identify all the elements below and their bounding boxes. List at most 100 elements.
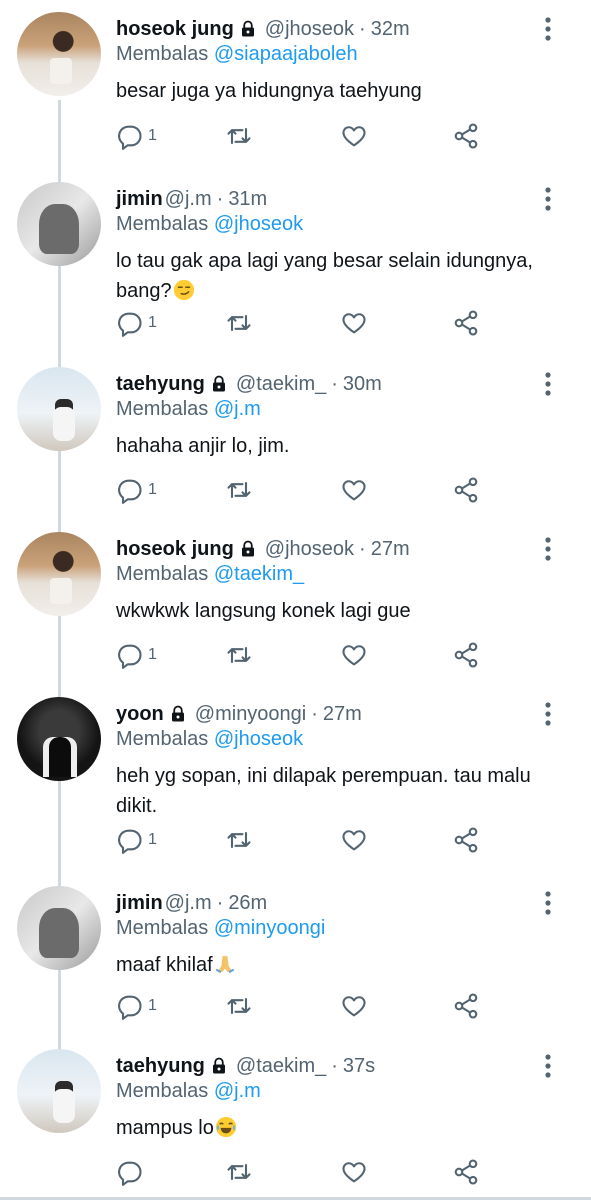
like-button[interactable] [340, 476, 368, 504]
retweet-button[interactable] [225, 476, 253, 504]
display-name[interactable]: taehyung [116, 373, 205, 396]
reply-button[interactable]: 1 [116, 476, 157, 504]
share-button[interactable] [452, 1158, 480, 1186]
like-button[interactable] [340, 122, 368, 150]
avatar[interactable] [17, 886, 101, 970]
replying-to: Membalas @jhoseok [116, 213, 303, 236]
tweet-header: jimin @j.m · 26m [116, 890, 267, 916]
retweet-button[interactable] [225, 826, 253, 854]
mention-link[interactable]: @j.m [214, 398, 261, 420]
avatar[interactable] [17, 1049, 101, 1133]
like-button[interactable] [340, 309, 368, 337]
replying-to-label: Membalas [116, 213, 209, 235]
tweet-actions [116, 1158, 586, 1186]
avatar[interactable] [17, 532, 101, 616]
reply-button[interactable] [116, 1158, 148, 1186]
reply-button[interactable]: 1 [116, 992, 157, 1020]
retweet-button[interactable] [225, 1158, 253, 1186]
mention-link[interactable]: @j.m [214, 1080, 261, 1102]
like-button[interactable] [340, 826, 368, 854]
avatar[interactable] [17, 367, 101, 451]
separator-dot: · [311, 702, 318, 725]
timestamp[interactable]: 37s [343, 1055, 375, 1078]
reply-button[interactable]: 1 [116, 641, 157, 669]
share-button[interactable] [452, 122, 480, 150]
more-vertical-icon[interactable] [538, 536, 558, 562]
like-button[interactable] [340, 641, 368, 669]
replying-to-label: Membalas [116, 1080, 209, 1102]
reply-icon [118, 125, 142, 150]
display-name[interactable]: hoseok jung [116, 18, 234, 41]
user-handle[interactable]: @j.m [165, 188, 212, 211]
more-vertical-icon[interactable] [538, 16, 558, 42]
share-button[interactable] [452, 826, 480, 854]
display-name[interactable]: taehyung [116, 1055, 205, 1078]
user-handle[interactable]: @j.m [165, 892, 212, 915]
share-button[interactable] [452, 309, 480, 337]
tweet-text: maaf khilaf [116, 950, 556, 980]
user-handle[interactable]: @minyoongi [195, 703, 306, 726]
more-vertical-icon[interactable] [538, 890, 558, 916]
separator-dot: · [359, 17, 366, 40]
avatar[interactable] [17, 182, 101, 266]
user-handle[interactable]: @taekim_ [236, 373, 326, 396]
lock-icon [171, 705, 184, 722]
heart-icon [342, 996, 366, 1017]
mention-link[interactable]: @minyoongi [214, 917, 325, 939]
like-button[interactable] [340, 1158, 368, 1186]
timestamp[interactable]: 27m [323, 703, 362, 726]
replying-to-label: Membalas [116, 563, 209, 585]
share-button[interactable] [452, 992, 480, 1020]
share-icon [454, 1159, 478, 1185]
retweet-button[interactable] [225, 992, 253, 1020]
retweet-button[interactable] [225, 122, 253, 150]
tweet-actions: 1 [116, 309, 586, 337]
timestamp[interactable]: 26m [228, 892, 267, 915]
timestamp[interactable]: 30m [343, 373, 382, 396]
separator-dot: · [216, 187, 224, 210]
mention-link[interactable]: @taekim_ [214, 563, 304, 585]
mention-link[interactable]: @jhoseok [214, 728, 303, 750]
more-vertical-icon[interactable] [538, 701, 558, 727]
share-icon [454, 477, 478, 503]
more-vertical-icon[interactable] [538, 1053, 558, 1079]
display-name[interactable]: hoseok jung [116, 538, 234, 561]
display-name[interactable]: jimin [116, 188, 163, 211]
display-name[interactable]: yoon [116, 703, 164, 726]
timestamp[interactable]: 31m [228, 188, 267, 211]
retweet-button[interactable] [225, 641, 253, 669]
lock-icon [241, 540, 254, 557]
share-button[interactable] [452, 476, 480, 504]
share-button[interactable] [452, 641, 480, 669]
reply-icon [118, 829, 142, 854]
retweet-button[interactable] [225, 309, 253, 337]
avatar[interactable] [17, 697, 101, 781]
replying-to: Membalas @siapaajaboleh [116, 43, 358, 66]
user-handle[interactable]: @jhoseok [265, 538, 354, 561]
mention-link[interactable]: @siapaajaboleh [214, 43, 358, 65]
tweet-actions: 1 [116, 476, 586, 504]
user-handle[interactable]: @jhoseok [265, 18, 354, 41]
retweet-icon [227, 1163, 251, 1181]
mention-link[interactable]: @jhoseok [214, 213, 303, 235]
display-name[interactable]: jimin [116, 892, 163, 915]
tweet-header: jimin @j.m · 31m [116, 186, 267, 212]
tweet-text-content: mampus lo [116, 1117, 214, 1139]
tweet-header: taehyung @taekim_ · 37s [116, 1053, 375, 1079]
timestamp[interactable]: 32m [371, 18, 410, 41]
share-icon [454, 827, 478, 853]
reply-button[interactable]: 1 [116, 122, 157, 150]
avatar[interactable] [17, 12, 101, 96]
more-vertical-icon[interactable] [538, 371, 558, 397]
like-button[interactable] [340, 992, 368, 1020]
timestamp[interactable]: 27m [371, 538, 410, 561]
replying-to: Membalas @jhoseok [116, 728, 303, 751]
reply-button[interactable]: 1 [116, 826, 157, 854]
tweet-actions: 1 [116, 122, 586, 150]
reply-button[interactable]: 1 [116, 309, 157, 337]
user-handle[interactable]: @taekim_ [236, 1055, 326, 1078]
reply-count: 1 [148, 831, 157, 848]
reply-count: 1 [148, 127, 157, 144]
replying-to-label: Membalas [116, 43, 209, 65]
more-vertical-icon[interactable] [538, 186, 558, 212]
